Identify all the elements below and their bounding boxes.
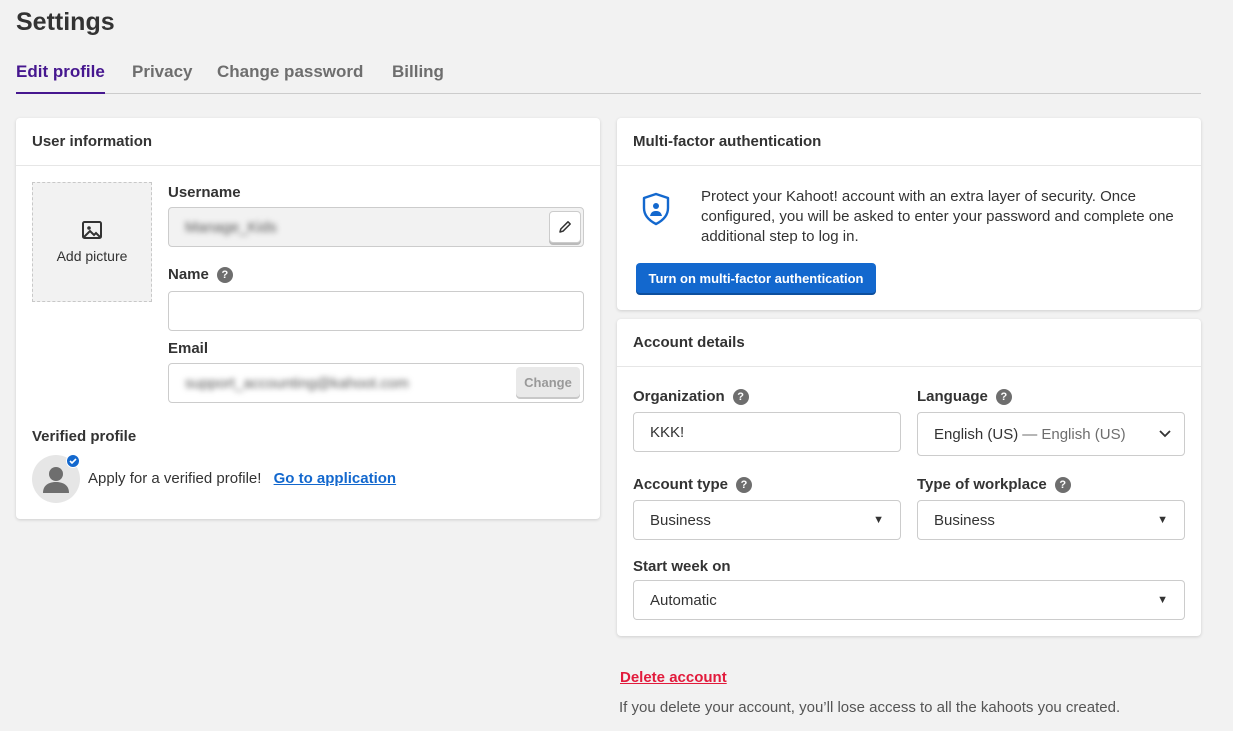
language-native: — English (US) <box>1022 425 1126 443</box>
account-details-card: Account details Organization ? KKK! Lang… <box>617 319 1201 636</box>
tab-billing[interactable]: Billing <box>392 62 444 94</box>
verified-profile-text: Apply for a verified profile! Go to appl… <box>88 470 396 487</box>
tab-edit-profile[interactable]: Edit profile <box>16 62 105 94</box>
page-title: Settings <box>16 8 115 36</box>
username-value: Manage_Kids <box>185 218 277 236</box>
settings-tabs: Edit profile Privacy Change password Bil… <box>16 62 1201 94</box>
delete-account-link[interactable]: Delete account <box>620 669 727 686</box>
tab-privacy[interactable]: Privacy <box>132 62 193 94</box>
organization-label: Organization ? <box>633 388 749 405</box>
verified-check-icon <box>66 454 80 468</box>
language-label: Language ? <box>917 388 1012 405</box>
edit-username-button[interactable] <box>549 211 581 243</box>
help-icon[interactable]: ? <box>995 388 1012 405</box>
help-icon[interactable]: ? <box>732 388 749 405</box>
pencil-icon <box>559 221 571 233</box>
start-week-value: Automatic <box>650 591 717 609</box>
language-select[interactable]: English (US) — English (US) <box>917 412 1185 456</box>
verified-profile-prompt: Apply for a verified profile! <box>88 470 262 487</box>
name-input[interactable] <box>168 291 584 331</box>
shield-user-icon <box>642 192 670 226</box>
chevron-down-icon <box>1159 430 1171 438</box>
add-picture-button[interactable]: Add picture <box>32 182 152 302</box>
account-type-select[interactable]: Business ▼ <box>633 500 901 540</box>
user-information-card: User information Add picture Username Ma… <box>16 118 600 519</box>
caret-down-icon: ▼ <box>873 514 884 526</box>
start-week-select[interactable]: Automatic ▼ <box>633 580 1185 620</box>
account-type-value: Business <box>650 511 711 529</box>
username-label: Username <box>168 184 241 201</box>
help-icon[interactable]: ? <box>736 476 753 493</box>
image-icon <box>82 221 102 239</box>
workplace-value: Business <box>934 511 995 529</box>
go-to-application-link[interactable]: Go to application <box>274 470 397 487</box>
user-information-header: User information <box>16 118 600 166</box>
start-week-label: Start week on <box>633 558 731 575</box>
caret-down-icon: ▼ <box>1157 514 1168 526</box>
workplace-label: Type of workplace ? <box>917 476 1071 493</box>
name-label: Name ? <box>168 266 233 283</box>
caret-down-icon: ▼ <box>1157 594 1168 606</box>
workplace-select[interactable]: Business ▼ <box>917 500 1185 540</box>
mfa-description: Protect your Kahoot! account with an ext… <box>701 188 1174 245</box>
username-field[interactable]: Manage_Kids <box>168 207 584 247</box>
account-details-header: Account details <box>617 319 1201 367</box>
organization-value: KKK! <box>650 423 685 441</box>
add-picture-label: Add picture <box>56 248 128 264</box>
email-label: Email <box>168 340 209 357</box>
mfa-header: Multi-factor authentication <box>617 118 1201 166</box>
organization-input[interactable]: KKK! <box>633 412 901 452</box>
email-value: support_accounting@kahoot.com <box>185 374 409 392</box>
language-value: English (US) <box>934 425 1019 443</box>
email-change-button[interactable]: Change <box>516 367 580 397</box>
account-type-label: Account type ? <box>633 476 753 493</box>
tab-change-password[interactable]: Change password <box>217 62 363 94</box>
verified-profile-label: Verified profile <box>32 428 137 445</box>
help-icon[interactable]: ? <box>1054 476 1071 493</box>
help-icon[interactable]: ? <box>216 266 233 283</box>
turn-on-mfa-button[interactable]: Turn on multi-factor authentication <box>636 263 876 293</box>
mfa-card: Multi-factor authentication Protect your… <box>617 118 1201 310</box>
delete-account-warning: If you delete your account, you’ll lose … <box>619 699 1121 716</box>
